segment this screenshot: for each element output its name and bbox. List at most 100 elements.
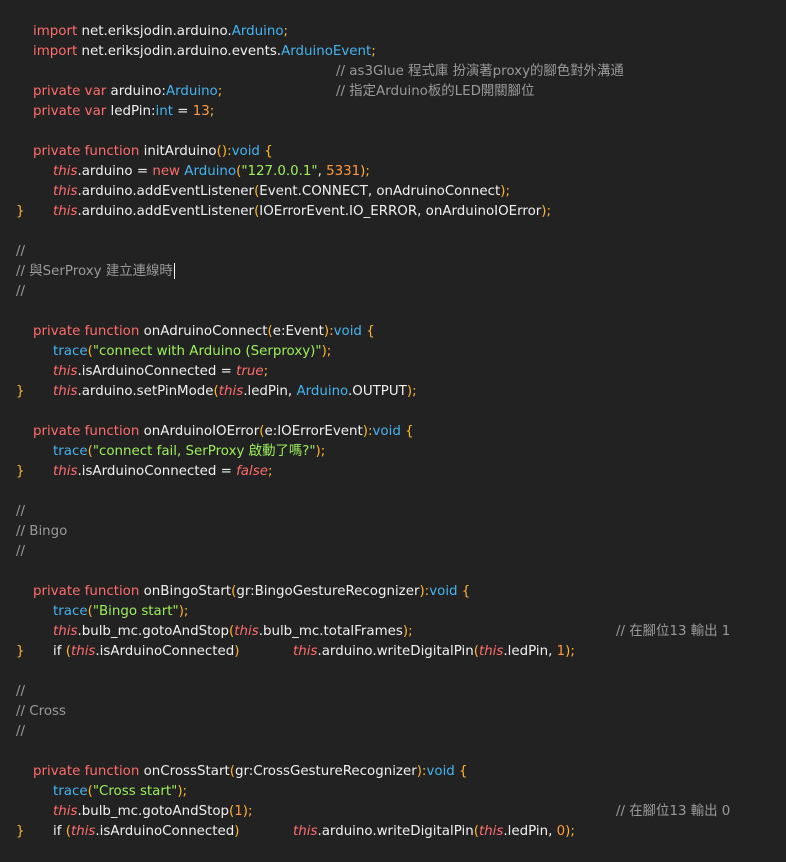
identifier: .isArduinoConnected — [95, 824, 235, 839]
comment-line: // — [16, 284, 26, 299]
comment-bingo: // Bingo — [16, 524, 68, 539]
code-line-cross-3-call: this.arduino.writeDigitalPin(this.ledPin… — [276, 802, 575, 839]
closing-brace: } — [16, 824, 25, 839]
brace: { — [454, 764, 468, 779]
code-line-import-arduino: import net.eriksjodin.arduino.Arduino; — [16, 2, 288, 39]
code-line-cross-3-cond: if (this.isArduinoConnected) — [36, 802, 239, 839]
this-keyword: this — [478, 824, 504, 839]
comment-pin-output-0: // 在腳位13 輸出 0 — [616, 804, 731, 819]
semicolon: ; — [217, 84, 223, 99]
identifier: .arduino.setPinMode — [77, 384, 214, 399]
paren: ); — [565, 644, 575, 659]
code-line-import-event: import net.eriksjodin.arduino.events.Ard… — [16, 22, 376, 59]
paren: ) — [234, 824, 240, 839]
code-line-onconnect-function: private function onAdruinoConnect(e:Even… — [16, 302, 375, 339]
code-line-var-ledpin: private var ledPin:int = 13; — [16, 82, 214, 119]
closing-brace: } — [16, 464, 25, 479]
type: void — [429, 584, 458, 599]
comment-as3glue: // as3Glue 程式庫 扮演著proxy的腳色對外溝通 — [336, 64, 624, 79]
code-line-bingo-2: this.bulb_mc.gotoAndStop(this.bulb_mc.to… — [36, 602, 413, 639]
comment-cross: // Cross — [16, 704, 66, 719]
comment-pin-output-1: // 在腳位13 輸出 1 — [616, 624, 731, 639]
this-keyword: this — [53, 464, 78, 479]
identifier: ledPin: — [106, 104, 156, 119]
boolean: false — [236, 464, 268, 479]
code-line-init-2: this.arduino.addEventListener(Event.CONN… — [36, 162, 510, 199]
code-line-init-1: this.arduino = new Arduino("127.0.0.1", … — [36, 142, 370, 179]
paren: ); — [406, 384, 417, 399]
code-line-bingo-1: trace("Bingo start"); — [36, 582, 188, 619]
brace: { — [457, 584, 471, 599]
this-keyword: this — [70, 644, 96, 659]
this-keyword: this — [53, 384, 78, 399]
this-keyword: this — [218, 384, 244, 399]
identifier: .ledPin, — [503, 824, 557, 839]
paren: ( — [61, 824, 71, 839]
code-line-onerror-2: this.isArduinoConnected = false; — [36, 442, 272, 479]
type: void — [333, 324, 362, 339]
paren: ); — [242, 804, 253, 819]
paren: ); — [321, 344, 332, 359]
identifier: .arduino.writeDigitalPin — [317, 824, 474, 839]
number: 0 — [556, 824, 566, 839]
identifier: .OUTPUT — [348, 384, 407, 399]
number: 13 — [192, 104, 210, 119]
comment-text: // 與SerProxy 建立連線時 — [16, 264, 173, 279]
type: void — [426, 764, 455, 779]
comment-serproxy: // 與SerProxy 建立連線時 — [16, 262, 175, 282]
closing-brace: } — [16, 204, 25, 219]
comment-line: // — [16, 504, 26, 519]
code-line-bingo-function: private function onBingoStart(gr:BingoGe… — [16, 562, 470, 599]
this-keyword: this — [70, 824, 96, 839]
code-line-bingo-3-cond: if (this.isArduinoConnected) — [36, 622, 239, 659]
code-line-onerror-1: trace("connect fail, SerProxy 啟動了嗎?"); — [36, 422, 325, 459]
code-line-var-arduino: private var arduino:Arduino; — [16, 62, 222, 99]
keyword: var — [84, 104, 107, 119]
keyword: import — [33, 44, 78, 59]
comment-line: // — [16, 724, 26, 739]
closing-brace: } — [16, 384, 25, 399]
code-line-onerror-function: private function onArduinoIOError(e:IOEr… — [16, 402, 414, 439]
paren: ); — [565, 824, 575, 839]
closing-brace: } — [16, 644, 25, 659]
code-line-onconnect-1: trace("connect with Arduino (Serproxy)")… — [36, 322, 331, 359]
code-line-onconnect-3: this.arduino.setPinMode(this.ledPin, Ard… — [36, 362, 417, 399]
identifier: .arduino.writeDigitalPin — [317, 644, 474, 659]
type: void — [372, 424, 401, 439]
comment-line: // — [16, 684, 26, 699]
paren: ( — [61, 644, 71, 659]
type: int — [155, 104, 173, 119]
type: Arduino — [296, 384, 349, 399]
this-keyword: this — [293, 644, 318, 659]
parameter: gr:BingoGestureRecognizer — [236, 584, 420, 599]
punct: ): — [419, 584, 430, 599]
code-line-cross-1: trace("Cross start"); — [36, 762, 187, 799]
identifier: .arduino.addEventListener — [77, 204, 255, 219]
paren: ); — [315, 444, 326, 459]
brace: { — [400, 424, 414, 439]
arguments: IOErrorEvent.IO_ERROR, onArduinoIOError — [259, 204, 542, 219]
package-path: net.eriksjodin.arduino.events. — [77, 44, 282, 59]
code-line-bingo-3-call: this.arduino.writeDigitalPin(this.ledPin… — [276, 622, 575, 659]
paren: ); — [541, 204, 552, 219]
comment-line: // — [16, 244, 26, 259]
this-keyword: this — [293, 824, 318, 839]
comment-line: // — [16, 544, 26, 559]
code-editor[interactable]: import net.eriksjodin.arduino.Arduino; i… — [0, 0, 786, 846]
this-keyword: this — [53, 204, 78, 219]
identifier: .isArduinoConnected — [95, 644, 235, 659]
class-name: ArduinoEvent — [281, 44, 372, 59]
parameter: gr:CrossGestureRecognizer — [234, 764, 417, 779]
semicolon: ; — [267, 464, 273, 479]
keyword: private — [33, 104, 81, 119]
identifier: .isArduinoConnected = — [77, 464, 237, 479]
operator: = — [172, 104, 193, 119]
text-cursor — [173, 263, 175, 279]
semicolon: ; — [209, 104, 215, 119]
code-line-cross-function: private function onCrossStart(gr:CrossGe… — [16, 742, 468, 779]
identifier: .ledPin, — [243, 384, 297, 399]
number: 1 — [556, 644, 566, 659]
brace: { — [361, 324, 375, 339]
identifier: .ledPin, — [503, 644, 557, 659]
code-line-init-3: this.arduino.addEventListener(IOErrorEve… — [36, 182, 551, 219]
